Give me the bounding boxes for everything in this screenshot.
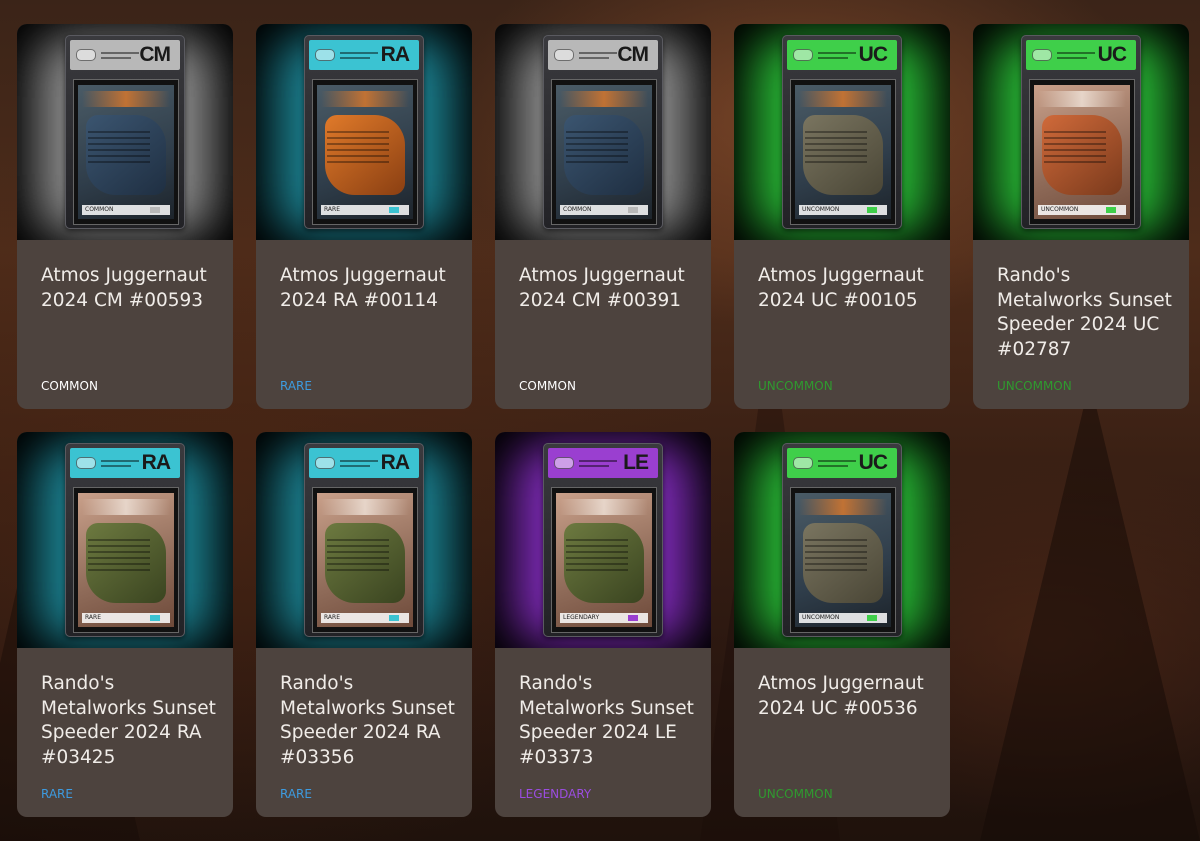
- brand-logo-icon: [315, 457, 335, 469]
- grade-label: CM: [70, 40, 180, 70]
- graded-slab-image: UC UNCOMMON: [782, 35, 902, 229]
- collectible-card[interactable]: UC UNCOMMON Rando's Metalworks Sunset Sp…: [973, 24, 1189, 409]
- card-frame: UNCOMMON: [790, 79, 896, 225]
- card-artwork: UC UNCOMMON: [973, 24, 1189, 240]
- rarity-code: CM: [617, 43, 649, 66]
- card-artwork: LE LEGENDARY: [495, 432, 711, 648]
- graded-slab-image: RA RARE: [304, 35, 424, 229]
- brand-logo-icon: [793, 49, 813, 61]
- card-frame: LEGENDARY: [551, 487, 657, 633]
- graded-slab-image: UC UNCOMMON: [1021, 35, 1141, 229]
- collectible-card[interactable]: UC UNCOMMON Atmos Juggernaut 2024 UC #00…: [734, 24, 950, 409]
- rarity-code: RA: [380, 43, 410, 66]
- vehicle-card-image: RARE: [317, 85, 413, 219]
- rarity-label: UNCOMMON: [997, 379, 1072, 393]
- card-title[interactable]: Rando's Metalworks Sunset Speeder 2024 R…: [41, 672, 216, 770]
- collectible-card[interactable]: UC UNCOMMON Atmos Juggernaut 2024 UC #00…: [734, 432, 950, 817]
- collection-grid: CM COMMON Atmos Juggernaut 2024 CM #0059…: [0, 0, 1200, 841]
- card-title[interactable]: Rando's Metalworks Sunset Speeder 2024 R…: [280, 672, 455, 770]
- brand-logo-icon: [1032, 49, 1052, 61]
- collectible-card[interactable]: RA RARE Rando's Metalworks Sunset Speede…: [17, 432, 233, 817]
- rarity-label: UNCOMMON: [758, 787, 833, 801]
- brand-logo-icon: [76, 457, 96, 469]
- rarity-label: UNCOMMON: [758, 379, 833, 393]
- card-artwork: RA RARE: [256, 432, 472, 648]
- collectible-card[interactable]: RA RARE Rando's Metalworks Sunset Speede…: [256, 432, 472, 817]
- grade-label: RA: [309, 448, 419, 478]
- grade-label: RA: [309, 40, 419, 70]
- rarity-code: UC: [858, 451, 888, 474]
- collectible-card[interactable]: CM COMMON Atmos Juggernaut 2024 CM #0039…: [495, 24, 711, 409]
- rarity-label: LEGENDARY: [519, 787, 592, 801]
- grade-label: LE: [548, 448, 658, 478]
- vehicle-card-image: UNCOMMON: [1034, 85, 1130, 219]
- card-frame: RARE: [312, 487, 418, 633]
- rarity-code: UC: [858, 43, 888, 66]
- rarity-label: RARE: [280, 787, 312, 801]
- brand-logo-icon: [76, 49, 96, 61]
- card-title[interactable]: Rando's Metalworks Sunset Speeder 2024 L…: [519, 672, 694, 770]
- card-title[interactable]: Rando's Metalworks Sunset Speeder 2024 U…: [997, 264, 1172, 362]
- collectible-card[interactable]: CM COMMON Atmos Juggernaut 2024 CM #0059…: [17, 24, 233, 409]
- vehicle-card-image: UNCOMMON: [795, 85, 891, 219]
- card-frame: COMMON: [73, 79, 179, 225]
- card-artwork: RA RARE: [17, 432, 233, 648]
- card-title[interactable]: Atmos Juggernaut 2024 CM #00391: [519, 264, 694, 313]
- card-title[interactable]: Atmos Juggernaut 2024 RA #00114: [280, 264, 455, 313]
- vehicle-card-image: LEGENDARY: [556, 493, 652, 627]
- card-title[interactable]: Atmos Juggernaut 2024 UC #00105: [758, 264, 933, 313]
- card-frame: COMMON: [551, 79, 657, 225]
- card-frame: RARE: [312, 79, 418, 225]
- card-artwork: CM COMMON: [495, 24, 711, 240]
- brand-logo-icon: [793, 457, 813, 469]
- card-title[interactable]: Atmos Juggernaut 2024 UC #00536: [758, 672, 933, 721]
- vehicle-card-image: COMMON: [78, 85, 174, 219]
- brand-logo-icon: [554, 457, 574, 469]
- rarity-label: COMMON: [41, 379, 98, 393]
- card-artwork: CM COMMON: [17, 24, 233, 240]
- vehicle-card-image: UNCOMMON: [795, 493, 891, 627]
- card-frame: UNCOMMON: [790, 487, 896, 633]
- card-artwork: UC UNCOMMON: [734, 24, 950, 240]
- card-artwork: UC UNCOMMON: [734, 432, 950, 648]
- vehicle-card-image: RARE: [78, 493, 174, 627]
- grade-label: RA: [70, 448, 180, 478]
- graded-slab-image: RA RARE: [65, 443, 185, 637]
- graded-slab-image: CM COMMON: [543, 35, 663, 229]
- grade-label: UC: [1026, 40, 1136, 70]
- rarity-label: RARE: [41, 787, 73, 801]
- collectible-card[interactable]: RA RARE Atmos Juggernaut 2024 RA #00114 …: [256, 24, 472, 409]
- graded-slab-image: RA RARE: [304, 443, 424, 637]
- graded-slab-image: UC UNCOMMON: [782, 443, 902, 637]
- vehicle-card-image: RARE: [317, 493, 413, 627]
- card-frame: UNCOMMON: [1029, 79, 1135, 225]
- rarity-label: COMMON: [519, 379, 576, 393]
- rarity-code: RA: [380, 451, 410, 474]
- grade-label: CM: [548, 40, 658, 70]
- graded-slab-image: LE LEGENDARY: [543, 443, 663, 637]
- card-frame: RARE: [73, 487, 179, 633]
- grade-label: UC: [787, 448, 897, 478]
- rarity-code: CM: [139, 43, 171, 66]
- card-artwork: RA RARE: [256, 24, 472, 240]
- card-title[interactable]: Atmos Juggernaut 2024 CM #00593: [41, 264, 216, 313]
- collectible-card[interactable]: LE LEGENDARY Rando's Metalworks Sunset S…: [495, 432, 711, 817]
- rarity-code: LE: [623, 451, 649, 474]
- rarity-label: RARE: [280, 379, 312, 393]
- grade-label: UC: [787, 40, 897, 70]
- vehicle-card-image: COMMON: [556, 85, 652, 219]
- rarity-code: RA: [141, 451, 171, 474]
- rarity-code: UC: [1097, 43, 1127, 66]
- brand-logo-icon: [315, 49, 335, 61]
- brand-logo-icon: [554, 49, 574, 61]
- graded-slab-image: CM COMMON: [65, 35, 185, 229]
